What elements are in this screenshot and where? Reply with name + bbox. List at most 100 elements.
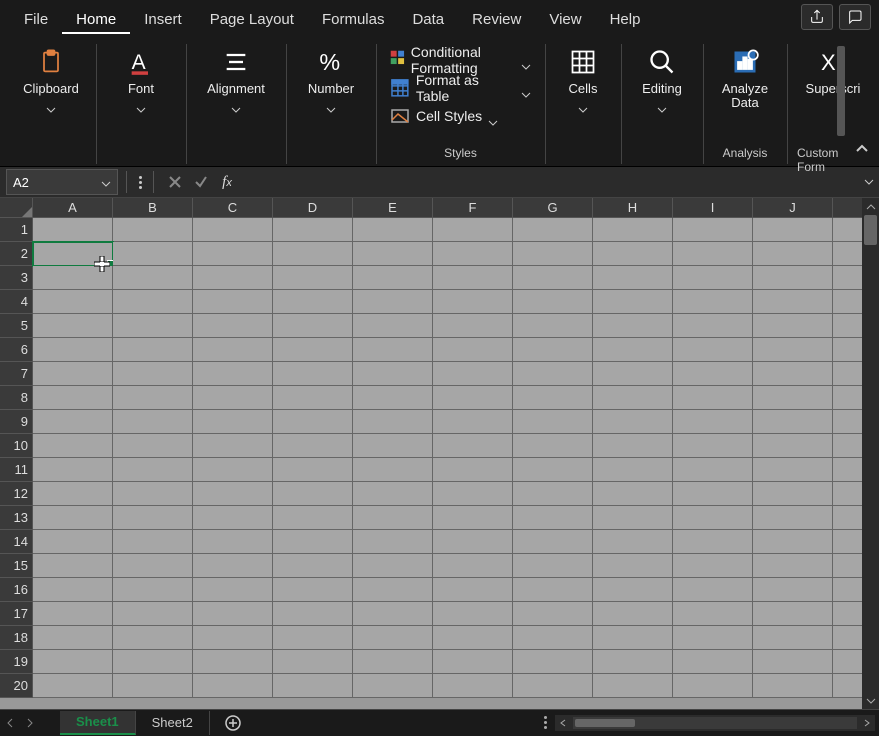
cell-C10[interactable] xyxy=(193,434,273,458)
cell-B7[interactable] xyxy=(113,362,193,386)
cell-F11[interactable] xyxy=(433,458,513,482)
cell-E8[interactable] xyxy=(353,386,433,410)
tab-page-layout[interactable]: Page Layout xyxy=(196,3,308,34)
horizontal-scrollbar[interactable] xyxy=(555,715,875,731)
cell-D6[interactable] xyxy=(273,338,353,362)
cell-E5[interactable] xyxy=(353,314,433,338)
insert-function-button[interactable]: fx xyxy=(214,169,240,195)
cell-A8[interactable] xyxy=(33,386,113,410)
cell-A16[interactable] xyxy=(33,578,113,602)
cell-F8[interactable] xyxy=(433,386,513,410)
cell-E3[interactable] xyxy=(353,266,433,290)
cell-E9[interactable] xyxy=(353,410,433,434)
cell-F9[interactable] xyxy=(433,410,513,434)
cell-partial-4[interactable] xyxy=(833,290,863,314)
cell-C8[interactable] xyxy=(193,386,273,410)
vertical-scrollbar[interactable] xyxy=(862,198,879,709)
cell-G5[interactable] xyxy=(513,314,593,338)
scroll-down-button[interactable] xyxy=(862,692,879,709)
cell-A20[interactable] xyxy=(33,674,113,698)
comments-button[interactable] xyxy=(839,4,871,30)
cell-C7[interactable] xyxy=(193,362,273,386)
row-header-3[interactable]: 3 xyxy=(0,266,33,290)
cell-G15[interactable] xyxy=(513,554,593,578)
cell-J5[interactable] xyxy=(753,314,833,338)
name-box-more-button[interactable] xyxy=(135,176,145,189)
cell-B6[interactable] xyxy=(113,338,193,362)
cell-C3[interactable] xyxy=(193,266,273,290)
cell-I11[interactable] xyxy=(673,458,753,482)
row-header-1[interactable]: 1 xyxy=(0,218,33,242)
cell-F10[interactable] xyxy=(433,434,513,458)
cell-D2[interactable] xyxy=(273,242,353,266)
cell-A7[interactable] xyxy=(33,362,113,386)
cell-C18[interactable] xyxy=(193,626,273,650)
cell-partial-16[interactable] xyxy=(833,578,863,602)
cell-E15[interactable] xyxy=(353,554,433,578)
cell-partial-17[interactable] xyxy=(833,602,863,626)
cell-H16[interactable] xyxy=(593,578,673,602)
cell-partial-6[interactable] xyxy=(833,338,863,362)
cell-H6[interactable] xyxy=(593,338,673,362)
column-header-E[interactable]: E xyxy=(353,198,433,218)
cell-J11[interactable] xyxy=(753,458,833,482)
cell-A5[interactable] xyxy=(33,314,113,338)
column-header-G[interactable]: G xyxy=(513,198,593,218)
cell-I17[interactable] xyxy=(673,602,753,626)
cell-I15[interactable] xyxy=(673,554,753,578)
cell-H15[interactable] xyxy=(593,554,673,578)
cell-C16[interactable] xyxy=(193,578,273,602)
row-header-20[interactable]: 20 xyxy=(0,674,33,698)
cell-H4[interactable] xyxy=(593,290,673,314)
cell-I6[interactable] xyxy=(673,338,753,362)
cell-partial-7[interactable] xyxy=(833,362,863,386)
add-sheet-button[interactable] xyxy=(220,710,246,736)
cell-E18[interactable] xyxy=(353,626,433,650)
cell-A19[interactable] xyxy=(33,650,113,674)
cell-B20[interactable] xyxy=(113,674,193,698)
cell-partial-10[interactable] xyxy=(833,434,863,458)
cell-H2[interactable] xyxy=(593,242,673,266)
cell-B13[interactable] xyxy=(113,506,193,530)
row-header-8[interactable]: 8 xyxy=(0,386,33,410)
cell-H18[interactable] xyxy=(593,626,673,650)
cell-J17[interactable] xyxy=(753,602,833,626)
cell-A14[interactable] xyxy=(33,530,113,554)
cell-B19[interactable] xyxy=(113,650,193,674)
cell-F1[interactable] xyxy=(433,218,513,242)
column-header-H[interactable]: H xyxy=(593,198,673,218)
cell-J7[interactable] xyxy=(753,362,833,386)
cell-C20[interactable] xyxy=(193,674,273,698)
cell-J18[interactable] xyxy=(753,626,833,650)
cell-styles-button[interactable]: Cell Styles xyxy=(386,102,535,130)
cell-G18[interactable] xyxy=(513,626,593,650)
cell-D4[interactable] xyxy=(273,290,353,314)
row-header-14[interactable]: 14 xyxy=(0,530,33,554)
cell-B2[interactable] xyxy=(113,242,193,266)
cell-H13[interactable] xyxy=(593,506,673,530)
tab-view[interactable]: View xyxy=(535,3,595,34)
cell-I1[interactable] xyxy=(673,218,753,242)
cell-C2[interactable] xyxy=(193,242,273,266)
cell-partial-19[interactable] xyxy=(833,650,863,674)
cell-I8[interactable] xyxy=(673,386,753,410)
cell-H10[interactable] xyxy=(593,434,673,458)
cell-C12[interactable] xyxy=(193,482,273,506)
cell-I12[interactable] xyxy=(673,482,753,506)
cell-C15[interactable] xyxy=(193,554,273,578)
cell-G17[interactable] xyxy=(513,602,593,626)
cell-G8[interactable] xyxy=(513,386,593,410)
tab-data[interactable]: Data xyxy=(398,3,458,34)
cell-J1[interactable] xyxy=(753,218,833,242)
cell-G2[interactable] xyxy=(513,242,593,266)
tab-formulas[interactable]: Formulas xyxy=(308,3,399,34)
cell-G13[interactable] xyxy=(513,506,593,530)
cell-G16[interactable] xyxy=(513,578,593,602)
row-header-9[interactable]: 9 xyxy=(0,410,33,434)
cell-B4[interactable] xyxy=(113,290,193,314)
cell-partial-11[interactable] xyxy=(833,458,863,482)
column-header-C[interactable]: C xyxy=(193,198,273,218)
cell-E19[interactable] xyxy=(353,650,433,674)
cell-D3[interactable] xyxy=(273,266,353,290)
cell-I13[interactable] xyxy=(673,506,753,530)
